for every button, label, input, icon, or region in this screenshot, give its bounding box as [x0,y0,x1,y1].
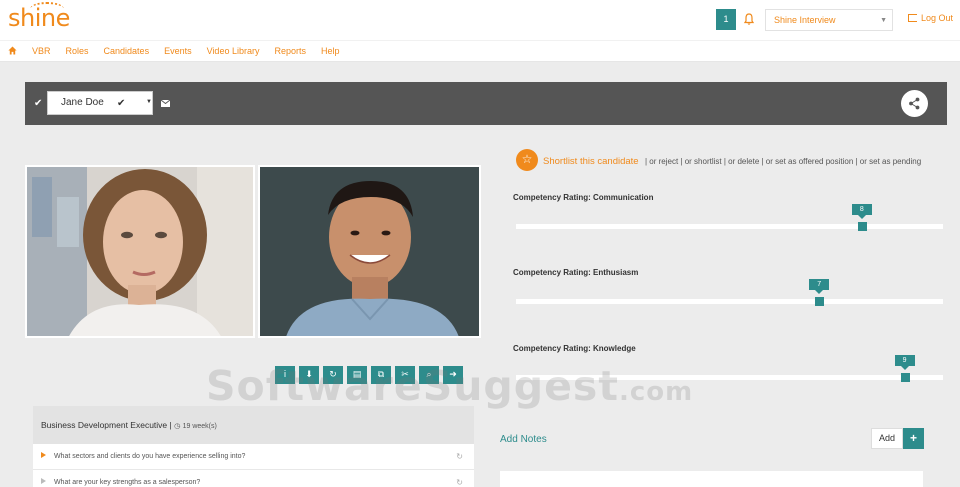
logout-icon [908,14,917,22]
slider-handle[interactable] [900,373,910,382]
candidate-photo-male [258,165,481,338]
main-nav: VBR Roles Candidates Events Video Librar… [0,40,960,62]
nav-item-help[interactable]: Help [321,46,340,56]
watermark: SoftwareSuggest.com [206,362,693,410]
refresh-icon[interactable]: ↻ [456,452,463,461]
add-note-plus-button[interactable]: + [903,428,924,449]
refresh-icon[interactable]: ↻ [456,478,463,487]
logout-link[interactable]: Log Out [908,13,953,23]
notification-count-badge[interactable]: 1 [716,9,736,30]
interview-select-value: Shine Interview [774,15,836,25]
bell-icon[interactable] [742,12,756,26]
nav-item-events[interactable]: Events [164,46,192,56]
rating-tooltip: 9 [894,355,915,370]
mail-icon[interactable] [161,100,170,107]
top-bar: shine 1 Shine Interview ▼ Log Out [0,0,960,40]
question-text: What are your key strengths as a salespe… [53,479,201,486]
rating-tooltip: 7 [809,279,830,294]
chevron-down-icon: ▼ [880,17,887,24]
share-icon [909,97,920,110]
rating-tooltip: 8 [851,204,872,219]
question-row[interactable]: What sectors and clients do you have exp… [33,444,474,470]
role-title: Business Development Executive [41,420,168,430]
rating-slider-enthusiasm[interactable]: 7 [516,279,943,306]
clock-icon: ◷ [174,423,181,430]
interview-select[interactable]: Shine Interview ▼ [765,9,893,31]
nav-item-candidates[interactable]: Candidates [104,46,150,56]
star-icon: ☆ [521,152,533,166]
add-notes-title: Add Notes [500,434,547,445]
watermark-main: SoftwareSuggest [206,362,619,410]
rating-label-enthusiasm: Competency Rating: Enthusiasm [513,268,639,277]
logout-label: Log Out [921,13,954,23]
candidate-select[interactable]: Jane Doe ✔ ▼ [47,91,153,115]
duration-text: 19 week(s) [182,423,217,430]
nav-item-vbr[interactable]: VBR [32,46,51,56]
play-icon [41,478,46,484]
selected-check-icon: ✔ [117,98,126,109]
slider-handle[interactable] [815,297,825,306]
questions-header: Business Development Executive | ◷ 19 we… [33,406,474,444]
candidate-bar: ✔ Jane Doe ✔ ▼ [25,82,947,125]
check-icon[interactable]: ✔ [34,98,42,109]
question-row[interactable]: What are your key strengths as a salespe… [33,470,474,487]
questions-panel: Business Development Executive | ◷ 19 we… [33,406,474,487]
question-text: What sectors and clients do you have exp… [53,453,246,460]
nav-item-video-library[interactable]: Video Library [207,46,260,56]
nav-item-roles[interactable]: Roles [66,46,89,56]
shortlist-link[interactable]: Shortlist this candidate [543,156,639,167]
shortlist-options[interactable]: | or reject | or shortlist | or delete |… [645,157,921,166]
notes-area[interactable] [500,471,923,487]
candidate-name: Jane Doe [61,97,104,108]
rating-label-communication: Competency Rating: Communication [513,193,654,202]
home-icon[interactable] [8,46,17,55]
slider-handle[interactable] [857,222,867,231]
interviewer-photo-female [25,165,255,338]
watermark-suffix: .com [618,377,694,407]
rating-label-knowledge: Competency Rating: Knowledge [513,344,636,353]
logo-dots-decoration [30,2,64,16]
shortlist-star-button[interactable]: ☆ [516,149,538,171]
nav-item-reports[interactable]: Reports [274,46,306,56]
add-note-button[interactable]: Add [871,428,903,449]
play-icon [41,452,46,458]
share-button[interactable] [901,90,928,117]
chevron-down-icon: ▼ [146,99,152,105]
rating-slider-communication[interactable]: 8 [516,204,943,231]
